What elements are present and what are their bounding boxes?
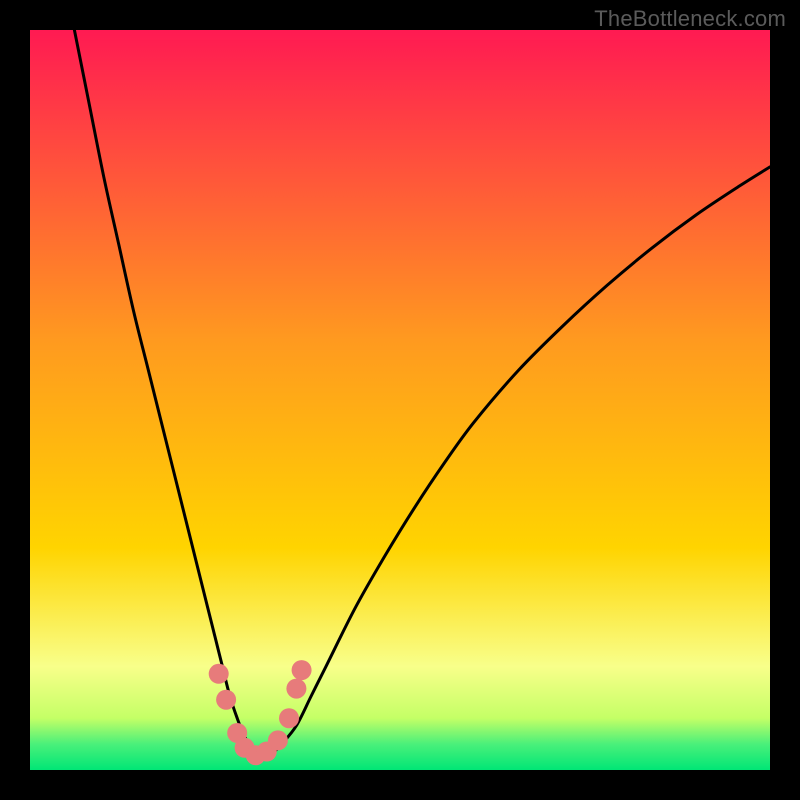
plot-area	[30, 30, 770, 770]
curve-marker	[292, 660, 312, 680]
curve-marker	[286, 679, 306, 699]
curve-marker	[216, 690, 236, 710]
chart-svg	[30, 30, 770, 770]
curve-marker	[268, 730, 288, 750]
curve-marker	[209, 664, 229, 684]
watermark-text: TheBottleneck.com	[594, 6, 786, 32]
curve-marker	[279, 708, 299, 728]
gradient-background	[30, 30, 770, 770]
chart-frame: TheBottleneck.com	[0, 0, 800, 800]
